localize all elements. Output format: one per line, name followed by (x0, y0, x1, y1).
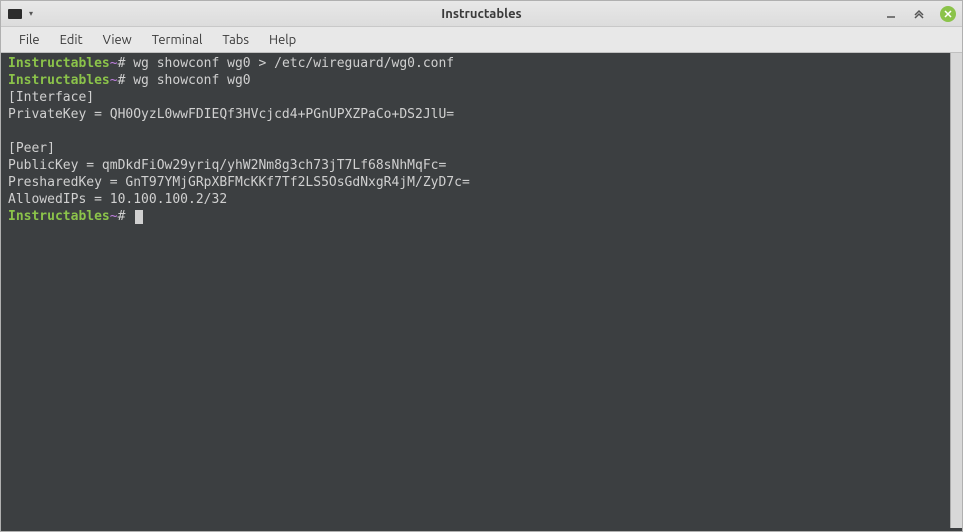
menu-edit[interactable]: Edit (50, 29, 93, 51)
terminal-line: [Interface] (8, 89, 946, 106)
prompt-symbol: # (118, 73, 134, 88)
menu-tabs[interactable]: Tabs (212, 29, 259, 51)
close-button[interactable] (940, 6, 956, 22)
prompt-symbol: # (118, 56, 134, 71)
prompt-path: ~ (110, 209, 118, 224)
prompt-host: Instructables (8, 56, 110, 71)
prompt-path: ~ (110, 73, 118, 88)
terminal-line: [Peer] (8, 140, 946, 157)
prompt-path: ~ (110, 56, 118, 71)
terminal-output[interactable]: Instructables~# wg showconf wg0 > /etc/w… (4, 53, 950, 528)
prompt-symbol: # (118, 209, 134, 224)
maximize-button[interactable] (912, 7, 926, 21)
terminal-line: PublicKey = qmDkdFiOw29yriq/yhW2Nm8g3ch7… (8, 157, 946, 174)
minimize-button[interactable] (884, 7, 898, 21)
command-text: wg showconf wg0 (133, 73, 250, 88)
terminal-line: PrivateKey = QH0OyzL0wwFDIEQf3HVcjcd4+PG… (8, 106, 946, 123)
window-title: Instructables (87, 7, 876, 21)
titlebar: ▾ Instructables (1, 1, 962, 27)
terminal-window: ▾ Instructables File Edit View Terminal … (0, 0, 963, 532)
titlebar-left: ▾ (7, 7, 87, 21)
terminal-wrapper: Instructables~# wg showconf wg0 > /etc/w… (1, 53, 962, 531)
terminal-line: Instructables~# wg showconf wg0 > /etc/w… (8, 55, 946, 72)
chevron-down-icon[interactable]: ▾ (29, 9, 33, 18)
terminal-app-icon (7, 7, 23, 21)
command-text: wg showconf wg0 > /etc/wireguard/wg0.con… (133, 56, 454, 71)
menubar: File Edit View Terminal Tabs Help (1, 27, 962, 53)
terminal-line (8, 123, 946, 140)
menu-file[interactable]: File (9, 29, 50, 51)
cursor (135, 210, 143, 224)
terminal-line: Instructables~# (8, 208, 946, 225)
terminal-line: PresharedKey = GnT97YMjGRpXBFMcKKf7Tf2LS… (8, 174, 946, 191)
prompt-host: Instructables (8, 209, 110, 224)
menu-view[interactable]: View (93, 29, 142, 51)
terminal-line: AllowedIPs = 10.100.100.2/32 (8, 191, 946, 208)
prompt-host: Instructables (8, 73, 110, 88)
scrollbar[interactable] (950, 53, 962, 528)
menu-terminal[interactable]: Terminal (142, 29, 213, 51)
terminal-line: Instructables~# wg showconf wg0 (8, 72, 946, 89)
window-controls (876, 6, 956, 22)
menu-help[interactable]: Help (259, 29, 306, 51)
